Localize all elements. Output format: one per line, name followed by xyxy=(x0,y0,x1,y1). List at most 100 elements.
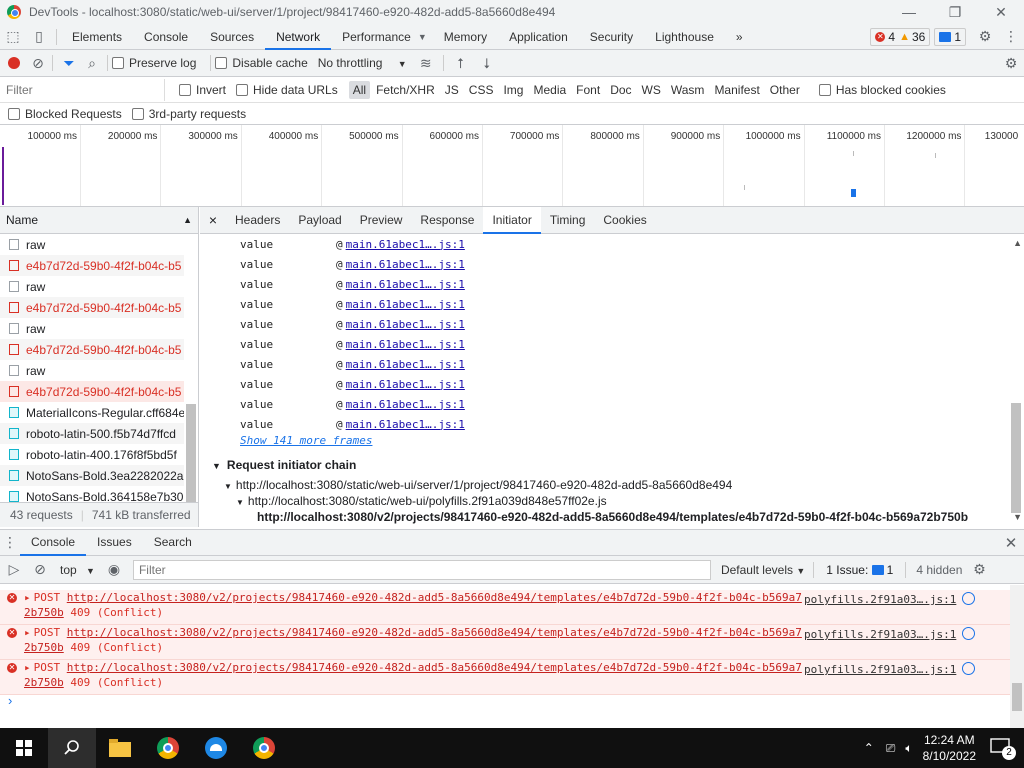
record-button[interactable] xyxy=(8,57,20,69)
detail-tab-timing[interactable]: Timing xyxy=(541,207,595,234)
tab-network[interactable]: Network xyxy=(265,24,332,50)
type-filter-css[interactable]: CSS xyxy=(465,81,498,99)
clock[interactable]: 12:24 AM 8/10/2022 xyxy=(923,732,976,764)
network-settings-gear-icon[interactable]: ⚙ xyxy=(998,50,1024,76)
preserve-log-checkbox[interactable]: Preserve log xyxy=(112,56,196,70)
source-link[interactable]: polyfills.2f91a03….js:1 xyxy=(804,628,956,641)
request-row[interactable]: e4b7d72d-59b0-4f2f-b04c-b5 xyxy=(0,381,184,402)
request-row[interactable]: e4b7d72d-59b0-4f2f-b04c-b5 xyxy=(0,297,184,318)
hide-data-urls-checkbox[interactable]: Hide data URLs xyxy=(236,83,338,97)
more-tabs-button[interactable]: » xyxy=(725,24,754,50)
request-row[interactable]: raw xyxy=(0,276,184,297)
console-settings-gear-icon[interactable]: ⚙ xyxy=(966,557,992,583)
context-select[interactable]: top ▼ xyxy=(60,563,95,577)
detail-tab-cookies[interactable]: Cookies xyxy=(594,207,655,234)
frame-source-link[interactable]: main.61abec1….js:1 xyxy=(346,378,465,391)
type-filter-font[interactable]: Font xyxy=(572,81,604,99)
initiator-chain-header[interactable]: ▼ Request initiator chain xyxy=(212,458,356,472)
third-party-checkbox[interactable]: 3rd-party requests xyxy=(131,107,246,121)
has-blocked-cookies-checkbox[interactable]: Has blocked cookies xyxy=(818,83,946,97)
console-scrollbar-thumb[interactable] xyxy=(1012,683,1022,711)
source-link[interactable]: polyfills.2f91a03….js:1 xyxy=(804,593,956,606)
volume-icon[interactable]: 🔈︎ xyxy=(905,741,912,756)
network-conditions-icon[interactable]: ≋ xyxy=(413,50,439,76)
network-overview[interactable]: 100000 ms 200000 ms 300000 ms 400000 ms 5000… xyxy=(0,125,1024,207)
frame-source-link[interactable]: main.61abec1….js:1 xyxy=(346,298,465,311)
edge-icon[interactable] xyxy=(192,728,240,768)
type-filter-manifest[interactable]: Manifest xyxy=(710,81,763,99)
tab-security[interactable]: Security xyxy=(579,24,644,50)
source-link[interactable]: polyfills.2f91a03….js:1 xyxy=(804,663,956,676)
request-list-scrollbar[interactable] xyxy=(186,404,196,502)
issues-button[interactable]: 1 Issue: 1 xyxy=(822,561,897,579)
frame-source-link[interactable]: main.61abec1….js:1 xyxy=(346,418,465,431)
settings-gear-icon[interactable]: ⚙ xyxy=(972,24,998,50)
close-detail-button[interactable]: × xyxy=(200,212,226,228)
filter-funnel-icon[interactable]: ⏷ xyxy=(57,50,81,76)
request-url-link[interactable]: http://localhost:3080/v2/projects/984174… xyxy=(67,591,802,604)
detail-tab-payload[interactable]: Payload xyxy=(289,207,350,234)
detail-tab-response[interactable]: Response xyxy=(411,207,483,234)
drawer-tab-console[interactable]: Console xyxy=(20,529,87,556)
type-filter-doc[interactable]: Doc xyxy=(606,81,635,99)
messages-counter[interactable]: 1 xyxy=(934,27,966,46)
close-window-button[interactable]: ✕ xyxy=(978,0,1024,24)
import-har-icon[interactable]: ⭡ xyxy=(448,50,474,76)
chain-item-page[interactable]: ▼ http://localhost:3080/static/web-ui/ser… xyxy=(224,478,732,492)
clear-icon[interactable]: ⊘ xyxy=(28,50,48,76)
chain-item-request[interactable]: http://localhost:3080/v2/projects/984174… xyxy=(257,510,968,524)
type-filter-all[interactable]: All xyxy=(348,80,371,99)
drawer-menu-icon[interactable]: ⋮ xyxy=(0,530,20,556)
request-row[interactable]: e4b7d72d-59b0-4f2f-b04c-b5 xyxy=(0,255,184,276)
clear-console-icon[interactable]: ⊘ xyxy=(28,557,52,583)
console-filter-input[interactable] xyxy=(132,559,711,580)
request-row[interactable]: e4b7d72d-59b0-4f2f-b04c-b5 xyxy=(0,339,184,360)
tab-sources[interactable]: Sources xyxy=(199,24,265,50)
name-column-header[interactable]: Name ▲ xyxy=(0,207,198,234)
chain-item-script[interactable]: ▼ http://localhost:3080/static/web-ui/pol… xyxy=(236,494,607,508)
frame-source-link[interactable]: main.61abec1….js:1 xyxy=(346,338,465,351)
tab-console[interactable]: Console xyxy=(133,24,199,50)
close-drawer-icon[interactable]: ✕ xyxy=(998,530,1024,556)
search-icon[interactable]: ⌕ xyxy=(81,50,103,76)
blocked-requests-checkbox[interactable]: Blocked Requests xyxy=(8,107,122,121)
log-levels-select[interactable]: Default levels ▼ xyxy=(721,563,805,577)
export-har-icon[interactable]: ⭣ xyxy=(474,50,500,76)
request-row[interactable]: raw xyxy=(0,360,184,381)
type-filter-wasm[interactable]: Wasm xyxy=(667,81,709,99)
drawer-tab-search[interactable]: Search xyxy=(143,529,203,556)
invert-checkbox[interactable]: Invert xyxy=(179,83,226,97)
type-filter-media[interactable]: Media xyxy=(529,81,570,99)
type-filter-js[interactable]: JS xyxy=(441,81,463,99)
frame-source-link[interactable]: main.61abec1….js:1 xyxy=(346,278,465,291)
scroll-down-icon[interactable]: ▼ xyxy=(1013,512,1022,522)
file-explorer-icon[interactable] xyxy=(96,728,144,768)
restore-button[interactable]: ❐ xyxy=(932,0,978,24)
minimize-button[interactable]: — xyxy=(886,0,932,24)
drawer-tab-issues[interactable]: Issues xyxy=(86,529,143,556)
request-row[interactable]: raw xyxy=(0,318,184,339)
detail-tab-preview[interactable]: Preview xyxy=(351,207,412,234)
scroll-up-icon[interactable]: ▲ xyxy=(1013,238,1022,248)
tab-lighthouse[interactable]: Lighthouse xyxy=(644,24,725,50)
request-row[interactable]: roboto-latin-400.176f8f5bd5f xyxy=(0,444,184,465)
chevron-up-icon[interactable]: ⌃ xyxy=(864,741,874,755)
disable-cache-checkbox[interactable]: Disable cache xyxy=(215,56,308,70)
console-prompt[interactable]: › xyxy=(8,693,12,708)
show-more-frames-link[interactable]: Show 141 more frames xyxy=(240,434,372,447)
expand-triangle-icon[interactable]: ▸ xyxy=(24,591,31,604)
expand-triangle-icon[interactable]: ▸ xyxy=(24,626,31,639)
frame-source-link[interactable]: main.61abec1….js:1 xyxy=(346,318,465,331)
frame-source-link[interactable]: main.61abec1….js:1 xyxy=(346,358,465,371)
frame-source-link[interactable]: main.61abec1….js:1 xyxy=(346,238,465,251)
request-url-link-cont[interactable]: 2b750b xyxy=(24,606,64,619)
throttling-select[interactable]: No throttling ▼ xyxy=(318,56,407,70)
tab-application[interactable]: Application xyxy=(498,24,579,50)
request-row[interactable]: raw xyxy=(0,234,184,255)
kebab-menu-icon[interactable]: ⋮ xyxy=(998,24,1024,50)
detail-scrollbar[interactable] xyxy=(1011,403,1021,513)
network-request-icon[interactable] xyxy=(962,662,975,675)
sidebar-toggle-icon[interactable]: ▷ xyxy=(0,557,28,583)
tab-performance[interactable]: Performance xyxy=(331,24,422,50)
expand-triangle-icon[interactable]: ▸ xyxy=(24,661,31,674)
